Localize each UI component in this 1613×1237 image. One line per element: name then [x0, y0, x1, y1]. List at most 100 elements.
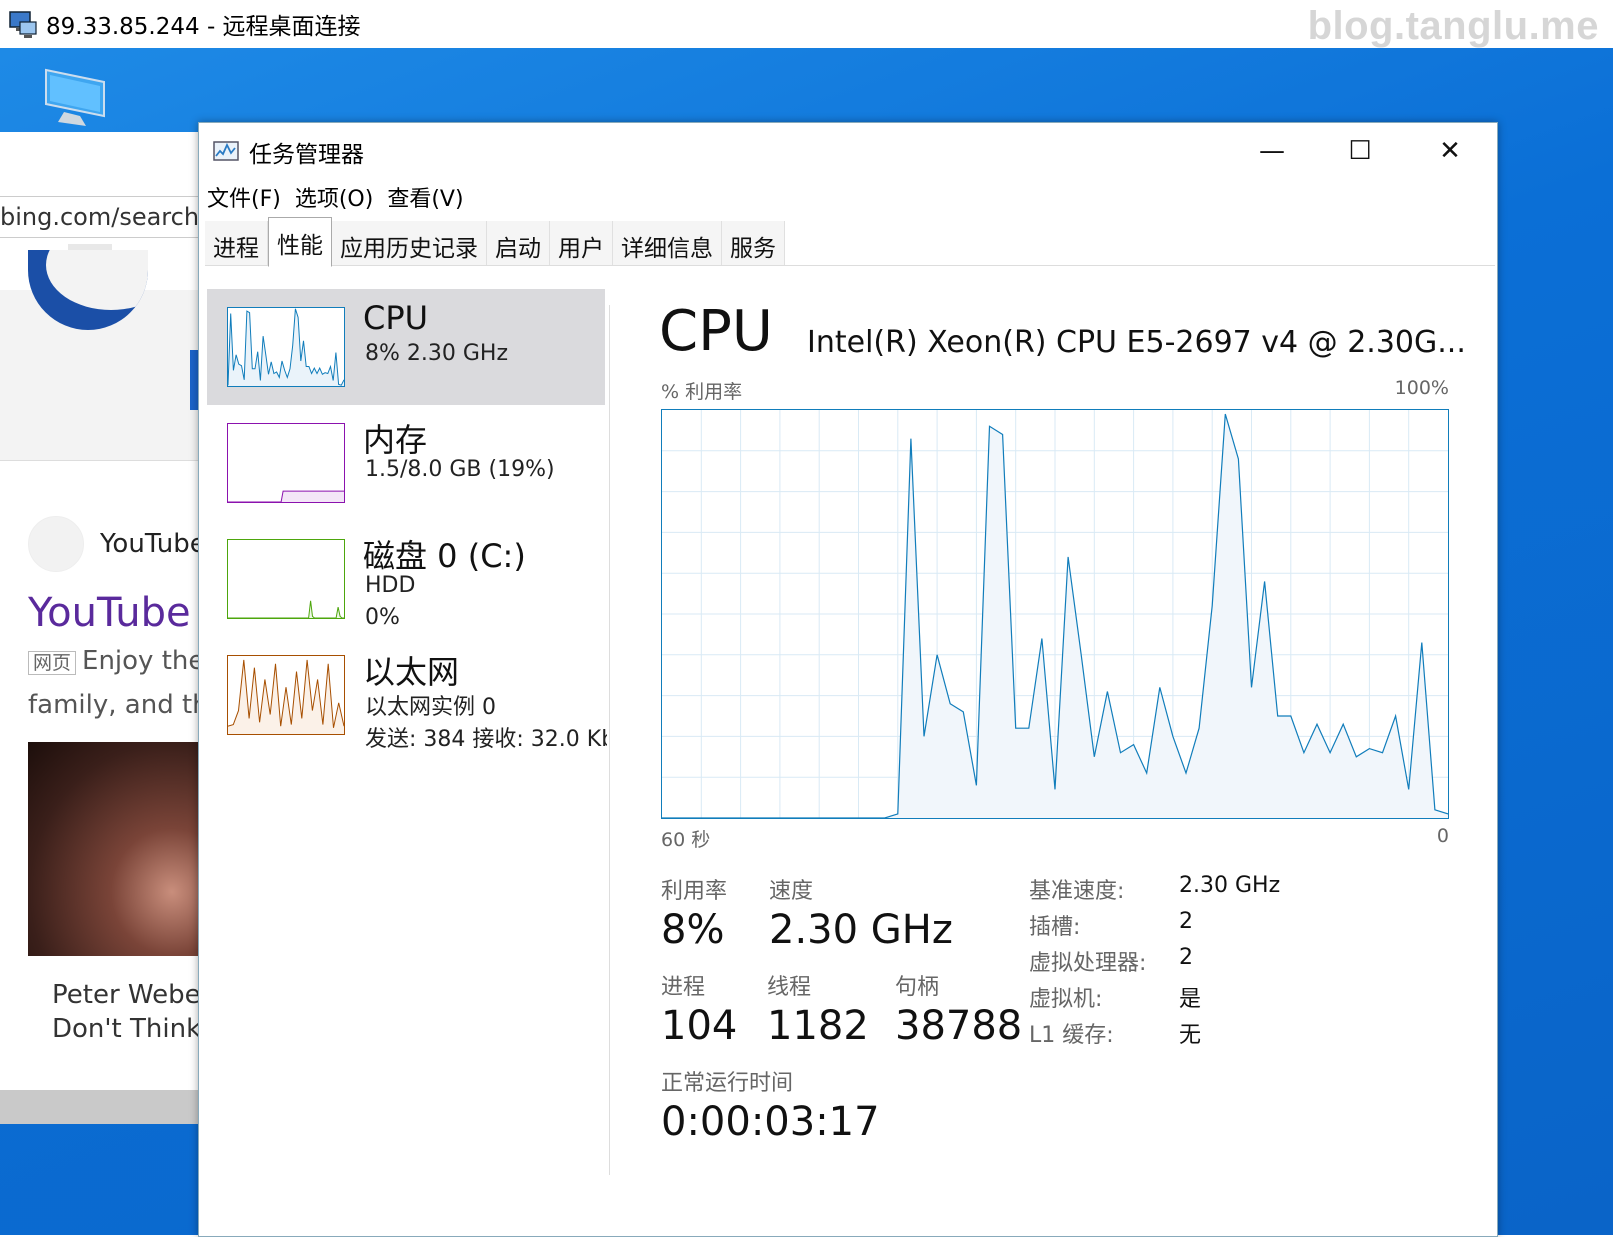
task-manager-window: 任务管理器 — ☐ ✕ 文件(F) 选项(O) 查看(V) 进程 性能 应用历史… — [198, 122, 1498, 1237]
sidebar-item-name: 内存 — [363, 421, 428, 459]
stat-threads: 线程 1182 — [767, 969, 869, 1049]
sparkline-area — [228, 659, 344, 734]
sidebar-item-value2: 发送: 384 接收: 32.0 Kb — [365, 727, 607, 752]
result-snippet-line2: family, and the — [28, 690, 205, 720]
tab-startup[interactable]: 启动 — [487, 221, 550, 265]
sidebar-item-name: CPU — [363, 299, 429, 337]
detail-value: 2 — [1179, 909, 1193, 934]
stat-processes: 进程 104 — [661, 969, 737, 1049]
sidebar-item-value: 1.5/8.0 GB (19%) — [365, 457, 555, 482]
menu-view[interactable]: 查看(V) — [387, 181, 463, 213]
stat-label: 句柄 — [895, 975, 940, 1000]
video-caption-line2[interactable]: Don't Think — [52, 1014, 201, 1044]
detail-key: 插槽: — [1029, 915, 1081, 940]
tab-services[interactable]: 服务 — [722, 221, 785, 265]
sidebar-item-name: 以太网 — [363, 653, 460, 691]
cpu-model: Intel(R) Xeon(R) CPU E5-2697 v4 @ 2.30G.… — [807, 325, 1466, 360]
sparkline-area — [228, 491, 344, 502]
detail-value: 是 — [1179, 987, 1202, 1012]
close-button[interactable]: ✕ — [1415, 129, 1485, 173]
pane-divider — [609, 305, 610, 1175]
sparkline-svg — [228, 600, 344, 619]
rdp-window-title: 89.33.85.244 - 远程桌面连接 — [46, 14, 361, 40]
result-title-link[interactable]: YouTube — [28, 590, 191, 636]
menu-bar: 文件(F) 选项(O) 查看(V) — [207, 181, 478, 213]
tab-users[interactable]: 用户 — [550, 221, 613, 265]
sparkline-svg — [227, 308, 345, 386]
tab-bar: 进程 性能 应用历史记录 启动 用户 详细信息 服务 — [205, 217, 1495, 267]
detail-value: 2 — [1179, 945, 1193, 970]
tab-performance[interactable]: 性能 — [268, 217, 332, 267]
tab-app-history[interactable]: 应用历史记录 — [332, 221, 487, 265]
sidebar-item-cpu[interactable]: CPU 8% 2.30 GHz — [207, 289, 605, 405]
browser-address-bar[interactable]: bing.com/search?q — [0, 196, 205, 238]
result-source: YouTube — [28, 516, 205, 572]
result-source-name: YouTube — [100, 529, 205, 559]
stat-handles: 句柄 38788 — [895, 969, 1022, 1049]
stat-value: 0:00:03:17 — [661, 1099, 880, 1145]
menu-options[interactable]: 选项(O) — [295, 181, 373, 213]
stat-speed: 速度 2.30 GHz — [769, 873, 953, 953]
cpu-sparkline — [227, 307, 345, 387]
rdp-titlebar: 89.33.85.244 - 远程桌面连接 blog.tanglu.me — [0, 0, 1613, 48]
sidebar-item-disk[interactable]: 磁盘 0 (C:) HDD 0% — [207, 521, 605, 637]
sparkline-area — [228, 600, 344, 618]
sidebar-item-name: 磁盘 0 (C:) — [363, 537, 526, 575]
maximize-button[interactable]: ☐ — [1325, 129, 1395, 173]
minimize-button[interactable]: — — [1237, 129, 1307, 173]
graph-y-label: % 利用率 — [661, 381, 743, 403]
browser-bottom-bar — [0, 1090, 205, 1124]
cpu-heading: CPU — [659, 299, 773, 364]
stat-label: 速度 — [769, 879, 814, 904]
bing-logo — [28, 250, 148, 330]
graph-x-right: 0 — [1436, 825, 1449, 847]
sidebar-item-ethernet[interactable]: 以太网 以太网实例 0 发送: 384 接收: 32.0 Kb — [207, 637, 607, 753]
video-thumbnail[interactable] — [28, 742, 205, 956]
tab-details[interactable]: 详细信息 — [613, 221, 722, 265]
disk-sparkline — [227, 539, 345, 619]
video-caption-line1[interactable]: Peter Weber — [52, 980, 205, 1010]
task-manager-icon — [213, 139, 241, 163]
stat-value: 1182 — [767, 1003, 869, 1049]
stat-value: 2.30 GHz — [769, 907, 953, 953]
graph-y-max: 100% — [1394, 377, 1449, 399]
stat-value: 104 — [661, 1003, 738, 1049]
stat-uptime: 正常运行时间 0:00:03:17 — [661, 1065, 880, 1145]
ethernet-sparkline — [227, 655, 345, 735]
task-manager-titlebar[interactable]: 任务管理器 — ☐ ✕ — [199, 123, 1497, 179]
detail-value: 2.30 GHz — [1179, 873, 1281, 898]
stat-label: 正常运行时间 — [661, 1071, 794, 1096]
sparkline-svg — [228, 490, 344, 503]
sidebar-item-value2: 0% — [365, 605, 400, 630]
cpu-usage-graph — [661, 409, 1449, 819]
stat-label: 线程 — [767, 975, 812, 1000]
stat-value: 38788 — [895, 1003, 1023, 1049]
sparkline-line — [228, 600, 344, 619]
sidebar-item-value: 以太网实例 0 — [365, 695, 496, 720]
tab-processes[interactable]: 进程 — [205, 221, 268, 265]
memory-sparkline — [227, 423, 345, 503]
sidebar-item-value: HDD — [365, 573, 416, 598]
stat-utilization: 利用率 8% — [661, 873, 727, 953]
this-pc-icon[interactable] — [40, 66, 112, 130]
resource-sidebar: CPU 8% 2.30 GHz 内存 1.5/8.0 GB (19%) 磁盘 0… — [205, 285, 607, 1225]
window-title: 任务管理器 — [249, 142, 364, 168]
stat-value: 8% — [661, 907, 725, 953]
site-favicon — [28, 516, 84, 572]
watermark: blog.tanglu.me — [1307, 4, 1599, 48]
graph-x-left: 60 秒 — [661, 829, 711, 851]
remote-desktop-icon — [6, 8, 38, 40]
search-hero — [0, 250, 205, 461]
sidebar-item-value: 8% 2.30 GHz — [365, 341, 509, 366]
menu-file[interactable]: 文件(F) — [207, 181, 281, 213]
detail-value: 无 — [1179, 1023, 1202, 1048]
sidebar-item-memory[interactable]: 内存 1.5/8.0 GB (19%) — [207, 405, 605, 521]
stat-label: 利用率 — [661, 879, 728, 904]
background-browser-window[interactable]: bing.com/search?q × YouTube YouTube 网页En… — [0, 132, 205, 1090]
snippet-text: Enjoy the — [82, 646, 205, 676]
cpu-usage-chart-svg — [662, 410, 1449, 819]
result-snippet-line1: 网页 Enjoy the — [28, 646, 204, 676]
result-type-tag: 网页 — [28, 651, 77, 675]
detail-key: 虚拟机: — [1029, 987, 1103, 1012]
sparkline-svg — [227, 659, 345, 734]
